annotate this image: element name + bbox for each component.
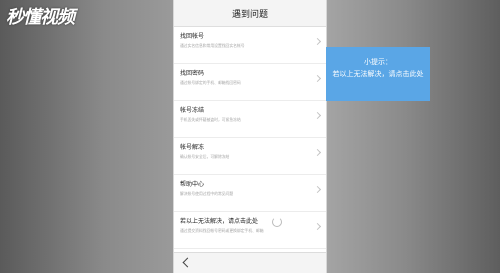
menu-item-subtitle: 通过实名信息和常用设置找回实名帐号 — [180, 43, 245, 48]
background-right — [327, 0, 500, 273]
chevron-right-icon — [313, 222, 322, 231]
menu-item-title: 若以上无法解决，请点击此处 — [180, 218, 259, 225]
menu-item-recover-password[interactable]: 找回密码 通过帐号绑定的手机、邮箱找回密码 — [174, 64, 326, 101]
tip-overlay: 小提示： 若以上无法解决，请点击此处 — [326, 47, 430, 101]
watermark-logo: 秒懂视频 — [6, 6, 75, 30]
page-title: 遇到问题 — [231, 9, 268, 20]
chevron-right-icon — [313, 74, 322, 83]
menu-item-subtitle: 通过提交资料找回帐号密码或更换绑定手机、邮箱 — [180, 228, 264, 233]
loading-spinner-icon — [272, 217, 282, 227]
menu-item-title: 帐号冻结 — [180, 107, 205, 114]
menu-item-title: 找回密码 — [180, 70, 205, 77]
chevron-right-icon — [313, 185, 322, 194]
menu-item-subtitle: 手机丢失或怀疑被盗时，可紧急冻结 — [180, 117, 241, 122]
menu-item-other-issue[interactable]: 若以上无法解决，请点击此处 通过提交资料找回帐号密码或更换绑定手机、邮箱 — [174, 212, 326, 249]
chevron-right-icon — [313, 111, 322, 120]
nav-bar: 遇到问题 — [174, 0, 326, 27]
menu-item-unfreeze-account[interactable]: 帐号解冻 确认帐号安全后，可解除冻结 — [174, 138, 326, 175]
menu-item-recover-account[interactable]: 找回帐号 通过实名信息和常用设置找回实名帐号 — [174, 27, 326, 64]
chevron-right-icon — [313, 148, 322, 157]
watermark-text: 秒懂视频 — [6, 7, 75, 28]
chevron-right-icon — [313, 37, 322, 46]
chevron-left-icon[interactable] — [182, 257, 193, 268]
menu-item-title: 找回帐号 — [180, 33, 205, 40]
menu-item-subtitle: 解决帐号使用过程中的常见问题 — [180, 191, 234, 196]
tip-title: 小提示： — [364, 58, 392, 66]
background-left — [0, 0, 173, 273]
phone-screen: 遇到问题 找回帐号 通过实名信息和常用设置找回实名帐号 找回密码 通过帐号绑定的… — [173, 0, 327, 273]
menu-item-title: 帐号解冻 — [180, 144, 205, 151]
tip-text: 若以上无法解决，请点击此处 — [332, 70, 424, 78]
menu-item-title: 帮助中心 — [180, 181, 205, 188]
menu-item-subtitle: 通过帐号绑定的手机、邮箱找回密码 — [180, 80, 241, 85]
bottom-toolbar — [174, 252, 326, 273]
menu-item-subtitle: 确认帐号安全后，可解除冻结 — [180, 154, 230, 159]
menu-item-help-center[interactable]: 帮助中心 解决帐号使用过程中的常见问题 — [174, 175, 326, 212]
menu-item-freeze-account[interactable]: 帐号冻结 手机丢失或怀疑被盗时，可紧急冻结 — [174, 101, 326, 138]
